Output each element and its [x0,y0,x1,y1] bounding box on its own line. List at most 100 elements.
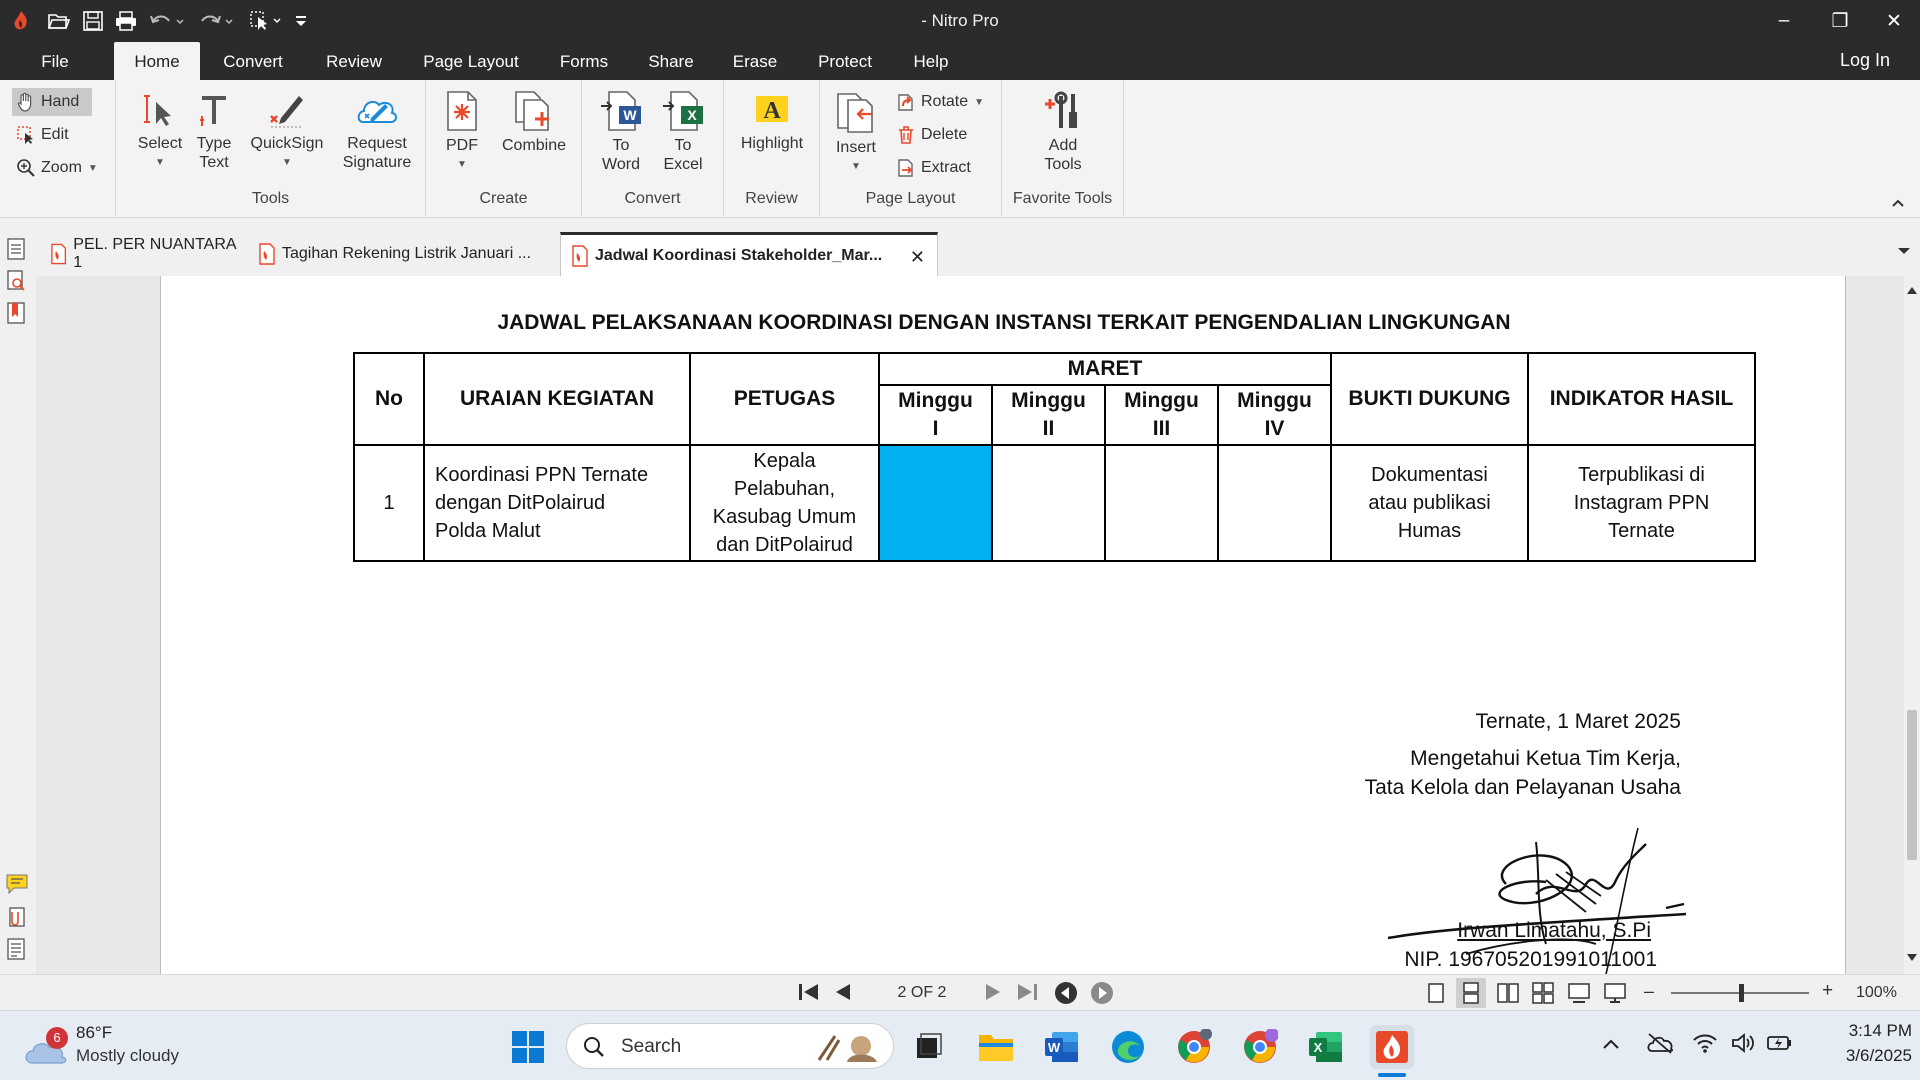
taskbar-clock-date[interactable]: 3/6/2025 [1800,1046,1912,1066]
minimize-button[interactable]: – [1758,6,1810,36]
facing-view-icon[interactable] [1497,982,1519,1009]
rotate-button[interactable]: Rotate ▼ [896,88,984,116]
combine-button[interactable]: Combine [496,90,572,155]
edit-tool-button[interactable]: Edit [16,121,69,149]
highlight-label: Highlight [740,135,804,152]
pages-panel-icon[interactable] [6,238,28,262]
excel-app-icon[interactable]: X [1304,1025,1348,1069]
previous-view-icon[interactable] [1054,981,1078,1010]
search-panel-icon[interactable] [6,270,28,294]
delete-button[interactable]: Delete [896,121,967,149]
previous-page-icon[interactable] [832,981,854,1008]
start-button[interactable] [506,1025,550,1069]
tab-page-layout[interactable]: Page Layout [410,42,532,80]
doc-tab-jadwal-koordinasi[interactable]: Jadwal Koordinasi Stakeholder_Mar... ✕ [560,232,938,276]
chrome-profile-icon[interactable] [1238,1025,1282,1069]
fit-width-icon[interactable] [1567,982,1591,1009]
close-tab-icon[interactable]: ✕ [910,247,925,268]
pdf-file-icon [51,243,67,265]
weather-temperature[interactable]: 86°F [76,1023,112,1043]
next-view-icon[interactable] [1090,981,1114,1010]
header-uraian: URAIAN KEGIATAN [423,352,691,446]
add-tools-button[interactable]: Add Tools [1030,90,1096,174]
tab-review[interactable]: Review [310,42,398,80]
hand-tool-button[interactable]: Hand [12,88,92,116]
rotate-label: Rotate [921,93,969,110]
zoom-icon [17,159,35,177]
login-button[interactable]: Log In [1840,50,1890,71]
fit-page-icon[interactable] [1603,982,1627,1009]
last-page-icon[interactable] [1014,981,1040,1008]
taskbar-search-box[interactable]: Search [566,1023,894,1069]
chrome-browser-icon[interactable] [1172,1025,1216,1069]
select-button[interactable]: Select ▼ [130,90,190,172]
first-page-icon[interactable] [796,981,822,1008]
scroll-up-icon[interactable] [1906,282,1918,300]
close-button[interactable]: ✕ [1868,6,1920,36]
wifi-icon[interactable] [1692,1031,1718,1060]
tab-home[interactable]: Home [114,42,200,80]
collapse-ribbon-icon[interactable] [1888,193,1908,213]
extract-button[interactable]: Extract [896,154,971,182]
word-app-icon[interactable]: W [1040,1025,1084,1069]
tab-file[interactable]: File [22,42,88,80]
tab-convert[interactable]: Convert [210,42,296,80]
highlight-button[interactable]: A Highlight [728,90,816,153]
output-panel-icon[interactable] [6,938,28,962]
zoom-slider-handle[interactable] [1739,984,1744,1002]
excel-convert-icon: X [663,91,703,131]
tab-forms[interactable]: Forms [544,42,624,80]
doc-tab-pel-per-nuantara[interactable]: PEL. PER NUANTARA 1 [40,232,242,276]
tab-share[interactable]: Share [632,42,710,80]
signatory-name: Irwan Limatahu, S.Pi [1457,919,1651,942]
tab-list-chevron-icon[interactable] [1894,244,1914,264]
to-excel-button[interactable]: X To Excel [656,90,710,174]
week-label: Minggu [1124,389,1199,412]
bookmarks-panel-icon[interactable] [6,302,28,326]
to-word-button[interactable]: W To Word [594,90,648,174]
zoom-in-button[interactable]: + [1822,980,1833,1002]
taskbar-clock-time[interactable]: 3:14 PM [1800,1021,1912,1041]
weather-condition[interactable]: Mostly cloudy [76,1046,179,1066]
volume-icon[interactable] [1730,1031,1756,1060]
extract-icon [898,159,913,177]
scroll-thumb[interactable] [1907,710,1917,860]
schedule-table: No URAIAN KEGIATAN PETUGAS MARET BUKTI D… [353,352,1756,562]
tab-help[interactable]: Help [898,42,964,80]
single-page-view-icon[interactable] [1426,982,1446,1009]
create-pdf-button[interactable]: PDF ▼ [440,90,484,174]
convert-group-label: Convert [624,190,681,207]
doc-tab-tagihan-rekening[interactable]: Tagihan Rekening Listrik Januari ... [248,232,560,276]
battery-charging-icon[interactable] [1766,1031,1794,1060]
request-signature-button[interactable]: Request Signature [334,90,420,172]
attachments-panel-icon[interactable] [6,906,28,930]
cell-line: Ternate [1608,520,1675,542]
zoom-level[interactable]: 100% [1856,984,1897,1002]
page-number-input[interactable]: 2 OF 2 [880,982,964,1004]
comments-panel-icon[interactable] [6,874,28,898]
scroll-down-icon[interactable] [1906,950,1918,968]
request-label-2: Signature [342,154,412,171]
file-explorer-icon[interactable] [974,1025,1018,1069]
zoom-slider[interactable] [1671,984,1809,1002]
tab-erase[interactable]: Erase [718,42,792,80]
show-hidden-icons-chevron-icon[interactable] [1600,1033,1622,1060]
weather-widget[interactable]: 6 [24,1027,68,1069]
edge-browser-icon[interactable] [1106,1025,1150,1069]
next-page-icon[interactable] [982,981,1004,1008]
continuous-view-icon[interactable] [1456,978,1486,1008]
document-viewer[interactable]: JADWAL PELAKSANAAN KOORDINASI DENGAN INS… [36,276,1904,974]
facing-continuous-view-icon[interactable] [1532,982,1554,1009]
vertical-scrollbar[interactable] [1904,276,1920,974]
task-view-icon[interactable] [906,1025,950,1069]
tab-protect[interactable]: Protect [804,42,886,80]
type-text-button[interactable]: Type Text [192,90,236,172]
svg-text:X: X [1314,1040,1323,1055]
onedrive-cloud-icon[interactable] [1646,1031,1674,1060]
zoom-tool-button[interactable]: Zoom ▼ [16,154,98,182]
quicksign-button[interactable]: QuickSign ▼ [248,90,326,172]
zoom-out-button[interactable]: – [1644,981,1654,1002]
restore-button[interactable]: ❐ [1814,6,1866,36]
insert-button[interactable]: Insert ▼ [830,90,882,176]
nitro-pro-taskbar-icon[interactable] [1370,1025,1414,1077]
